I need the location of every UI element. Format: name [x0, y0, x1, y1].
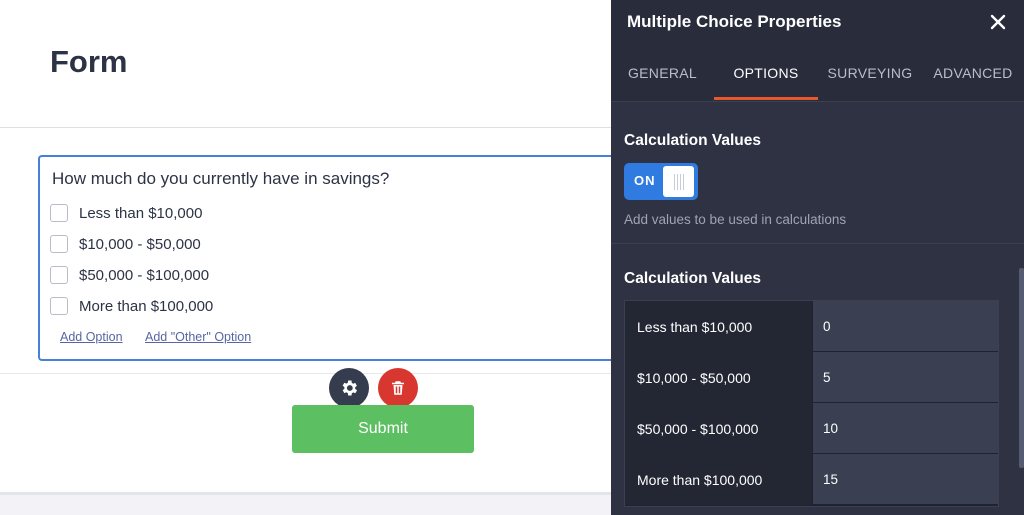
- divider: [0, 373, 611, 374]
- row-value-input[interactable]: 15: [813, 454, 998, 504]
- section-description: Add values to be used in calculations: [624, 212, 847, 227]
- panel-tabs: GENERAL OPTIONS SURVEYING ADVANCED: [611, 44, 1024, 102]
- option-label: More than $100,000: [79, 297, 214, 315]
- properties-panel: Multiple Choice Properties GENERAL OPTIO…: [611, 0, 1024, 515]
- option-item[interactable]: More than $100,000: [50, 295, 213, 317]
- tab-general[interactable]: GENERAL: [611, 44, 714, 101]
- option-label: Less than $10,000: [79, 204, 203, 222]
- toggle-state-label: ON: [634, 173, 656, 188]
- field-settings-button[interactable]: [329, 368, 369, 408]
- option-item[interactable]: $50,000 - $100,000: [50, 264, 209, 286]
- canvas-footer-strip: [0, 492, 611, 495]
- tab-options[interactable]: OPTIONS: [714, 44, 818, 101]
- row-value-input[interactable]: 10: [813, 403, 998, 453]
- option-checkbox[interactable]: [50, 266, 68, 284]
- add-other-option-link[interactable]: Add "Other" Option: [145, 330, 251, 344]
- gear-icon: [342, 380, 357, 396]
- option-checkbox[interactable]: [50, 235, 68, 253]
- option-label: $50,000 - $100,000: [79, 266, 210, 284]
- close-icon: [990, 14, 1006, 30]
- calc-table-heading: Calculation Values: [624, 270, 761, 287]
- form-canvas: Form How much do you currently have in s…: [0, 0, 628, 515]
- table-row: $50,000 - $100,000 10: [625, 403, 998, 454]
- tab-surveying[interactable]: SURVEYING: [818, 44, 922, 101]
- toggle-knob[interactable]: [663, 166, 694, 197]
- close-panel-button[interactable]: [988, 12, 1008, 32]
- option-checkbox[interactable]: [50, 204, 68, 222]
- row-value-input[interactable]: 5: [813, 352, 998, 402]
- table-row: More than $100,000 15: [625, 454, 998, 505]
- calculation-toggle-section: Calculation Values ON Add values to be u…: [611, 102, 1024, 244]
- submit-button[interactable]: Submit: [292, 405, 474, 453]
- question-multiple-choice[interactable]: How much do you currently have in saving…: [38, 155, 628, 361]
- section-heading: Calculation Values: [624, 132, 761, 149]
- trash-icon: [392, 381, 404, 395]
- table-row: Less than $10,000 0: [625, 301, 998, 352]
- option-label: $10,000 - $50,000: [79, 235, 201, 253]
- form-title: Form: [50, 44, 128, 79]
- tab-advanced[interactable]: ADVANCED: [922, 44, 1024, 101]
- calculation-values-toggle[interactable]: ON: [624, 163, 698, 200]
- row-label: Less than $10,000: [625, 301, 812, 352]
- option-checkbox[interactable]: [50, 297, 68, 315]
- delete-field-button[interactable]: [378, 368, 418, 408]
- form-card: Form How much do you currently have in s…: [0, 0, 628, 492]
- row-label: More than $100,000: [625, 454, 812, 505]
- row-value-input[interactable]: 0: [813, 301, 998, 351]
- option-item[interactable]: Less than $10,000: [50, 202, 202, 224]
- panel-title: Multiple Choice Properties: [627, 12, 842, 31]
- calculation-values-table: Less than $10,000 0 $10,000 - $50,000 5 …: [624, 300, 999, 507]
- table-row: $10,000 - $50,000 5: [625, 352, 998, 403]
- row-label: $50,000 - $100,000: [625, 403, 812, 454]
- row-label: $10,000 - $50,000: [625, 352, 812, 403]
- option-item[interactable]: $10,000 - $50,000: [50, 233, 201, 255]
- form-header: Form: [0, 0, 611, 128]
- panel-header: Multiple Choice Properties: [611, 0, 1024, 44]
- panel-scrollbar[interactable]: [1019, 268, 1024, 468]
- add-option-link[interactable]: Add Option: [60, 330, 123, 344]
- question-label[interactable]: How much do you currently have in saving…: [52, 169, 389, 189]
